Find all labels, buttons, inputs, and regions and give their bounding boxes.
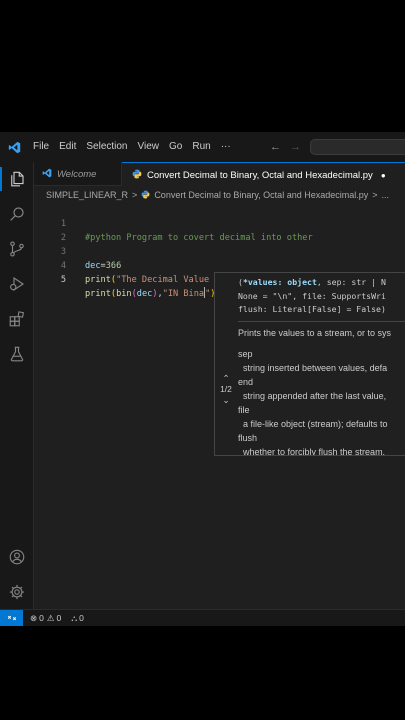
- signature-rest: , sep: str | N: [316, 277, 386, 287]
- code-string: "IN Bina: [162, 289, 205, 299]
- overload-navigator: ⌃ 1/2 ⌄: [215, 373, 237, 406]
- breadcrumb: SIMPLE_LINEAR_R > Convert Decimal to Bin…: [34, 187, 405, 203]
- breadcrumb-file[interactable]: Convert Decimal to Binary, Octal and Hex…: [154, 190, 368, 200]
- menu-view[interactable]: View: [133, 132, 165, 162]
- ports-icon: ⛬: [71, 612, 78, 623]
- breadcrumb-separator: >: [372, 190, 378, 200]
- warning-icon: ⚠: [46, 612, 55, 623]
- forward-arrow-icon[interactable]: →: [290, 132, 301, 162]
- python-file-icon: [132, 169, 142, 182]
- signature-description: Prints the values to a stream, or to sys: [238, 328, 392, 338]
- breadcrumb-folder[interactable]: SIMPLE_LINEAR_R: [46, 190, 128, 200]
- remote-indicator-icon[interactable]: [0, 609, 23, 626]
- ports-indicator[interactable]: ⛬ 0: [71, 613, 84, 624]
- signature-line: flush: Literal[False] = False): [238, 304, 386, 314]
- menu-file[interactable]: File: [28, 132, 54, 162]
- code-function: bin: [116, 289, 132, 299]
- activity-bar: [0, 162, 34, 609]
- overload-counter: 1/2: [220, 384, 232, 394]
- param-desc: string inserted between values, defa: [243, 363, 388, 373]
- settings-gear-icon[interactable]: [0, 577, 34, 607]
- ports-count: 0: [79, 613, 84, 623]
- vscode-window: File Edit Selection View Go Run ··· ← →: [0, 132, 405, 626]
- param-desc: a file-like object (stream); defaults to: [243, 419, 388, 429]
- warning-count: 0: [56, 613, 62, 623]
- tab-welcome-label: Welcome: [57, 168, 97, 180]
- signature-help-popup[interactable]: ⌃ 1/2 ⌄ (*values: object, sep: str | N No…: [214, 272, 405, 456]
- signature-docs: Prints the values to a stream, or to sys…: [238, 326, 405, 456]
- run-debug-icon[interactable]: [0, 269, 34, 299]
- param-name: end: [238, 377, 254, 387]
- testing-flask-icon[interactable]: [0, 339, 34, 369]
- vscode-tab-icon: [42, 168, 52, 181]
- param-name: flush: [238, 433, 258, 443]
- active-parameter: *values: object: [242, 277, 317, 287]
- source-control-icon[interactable]: [0, 234, 34, 264]
- explorer-icon[interactable]: [0, 164, 34, 194]
- back-arrow-icon[interactable]: ←: [270, 132, 281, 162]
- code-line[interactable]: 1 #python Program to covert decimal into…: [34, 203, 405, 243]
- signature-line: None = "\n", file: SupportsWri: [238, 290, 386, 301]
- code-line-current[interactable]: 5 print(bin(dec),"IN Bina"): [34, 259, 405, 299]
- search-icon[interactable]: [0, 199, 34, 229]
- editor-tabs: Welcome Convert Decimal to Binary, Octal…: [34, 162, 405, 187]
- menu-go[interactable]: Go: [164, 132, 187, 162]
- param-name: sep: [238, 349, 253, 359]
- code-function: print: [85, 275, 111, 285]
- title-bar: File Edit Selection View Go Run ··· ← →: [0, 132, 405, 162]
- breadcrumb-more[interactable]: ...: [382, 190, 390, 200]
- vscode-logo-icon: [0, 132, 28, 162]
- divider: [238, 321, 405, 322]
- tab-active-file[interactable]: Convert Decimal to Binary, Octal and Hex…: [122, 162, 405, 187]
- breadcrumb-separator: >: [132, 190, 138, 200]
- unsaved-dot-icon[interactable]: ●: [381, 171, 386, 180]
- python-file-icon: [141, 190, 150, 201]
- tab-active-file-label: Convert Decimal to Binary, Octal and Hex…: [147, 169, 373, 181]
- code-editor[interactable]: 1 #python Program to covert decimal into…: [34, 203, 405, 609]
- command-center-search[interactable]: [310, 139, 405, 155]
- error-count: 0: [39, 613, 44, 623]
- param-name: file: [238, 405, 250, 415]
- menu-more[interactable]: ···: [216, 132, 236, 162]
- line-number: 5: [60, 275, 66, 285]
- code-line[interactable]: 3 dec=366: [34, 231, 405, 271]
- param-desc: string appended after the last value,: [243, 391, 387, 401]
- param-desc: whether to forcibly flush the stream.: [243, 447, 386, 456]
- overload-down-icon[interactable]: ⌄: [215, 395, 237, 406]
- tab-welcome[interactable]: Welcome: [34, 162, 122, 186]
- problems-indicator[interactable]: ⊗ 0 ⚠ 0: [30, 613, 61, 624]
- account-icon[interactable]: [0, 542, 34, 572]
- extensions-icon[interactable]: [0, 304, 34, 334]
- signature-text: (*values: object, sep: str | N None = "\n…: [238, 276, 405, 317]
- menu-run[interactable]: Run: [187, 132, 215, 162]
- status-bar: ⊗ 0 ⚠ 0 ⛬ 0: [0, 609, 405, 626]
- code-function: print: [85, 289, 111, 299]
- menu-selection[interactable]: Selection: [81, 132, 132, 162]
- overload-up-icon[interactable]: ⌃: [215, 373, 237, 384]
- code-line[interactable]: 4 print("The Decimal Value is ",dec): [34, 245, 405, 285]
- code-variable: dec: [136, 289, 153, 299]
- menu-edit[interactable]: Edit: [54, 132, 81, 162]
- error-icon: ⊗: [30, 612, 38, 623]
- code-line[interactable]: 2: [34, 217, 405, 243]
